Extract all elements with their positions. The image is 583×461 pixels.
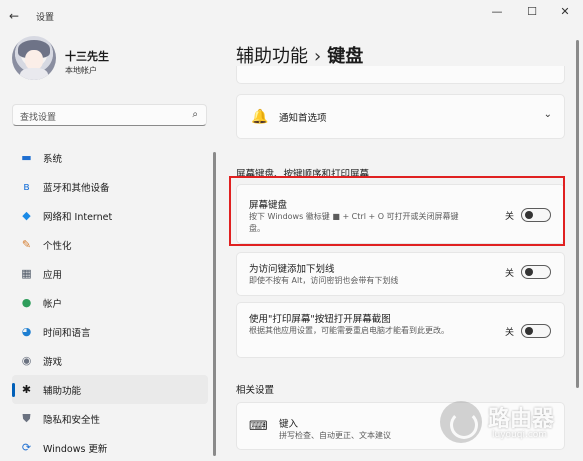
sidebar-item-label: 帐户 bbox=[43, 299, 63, 310]
prtscn-description: 根据其他应用设置，可能需要重启电脑才能看到此更改。 bbox=[249, 326, 449, 335]
gaming-icon: ◉ bbox=[21, 354, 32, 367]
windows-update-icon: ⟳ bbox=[21, 441, 32, 454]
sidebar-item-label: 辅助功能 bbox=[43, 386, 82, 397]
active-indicator bbox=[12, 383, 15, 397]
typing-description: 拼写检查、自动更正、文本建议 bbox=[279, 431, 391, 440]
sidebar-item-time-language[interactable]: ◕ 时间和语言 bbox=[12, 317, 208, 346]
typing-title: 键入 bbox=[279, 419, 299, 430]
sidebar-scrollbar[interactable] bbox=[213, 152, 216, 456]
sidebar-item-personalization[interactable]: ✎ 个性化 bbox=[12, 230, 208, 259]
sidebar-item-label: 游戏 bbox=[43, 357, 63, 368]
chevron-down-icon[interactable]: ⌄ bbox=[544, 109, 552, 120]
accounts-icon: ● bbox=[21, 296, 32, 309]
breadcrumb-separator-icon: › bbox=[314, 46, 322, 67]
underline-access-keys-setting: 为访问键添加下划线 即使不按有 Alt，访问密钥也会带有下划线 关 bbox=[236, 252, 565, 296]
user-profile[interactable]: 十三先生 本地帐户 bbox=[12, 36, 212, 92]
title-bar: ← 设置 — ☐ ✕ bbox=[0, 0, 583, 30]
avatar bbox=[12, 36, 56, 80]
notification-preferences-label: 通知首选项 bbox=[279, 113, 327, 124]
keyboard-icon: ⌨ bbox=[249, 419, 268, 434]
prtscn-title: 使用"打印屏幕"按钮打开屏幕截图 bbox=[249, 314, 391, 325]
search-icon[interactable]: ⌕ bbox=[192, 109, 198, 120]
osk-toggle[interactable] bbox=[521, 208, 551, 222]
section-heading-keyboard: 屏幕键盘、按键顺序和打印屏幕 bbox=[236, 169, 370, 180]
account-type: 本地帐户 bbox=[65, 66, 97, 75]
sidebar-item-bluetooth[interactable]: ʙ 蓝牙和其他设备 bbox=[12, 172, 208, 201]
underline-toggle[interactable] bbox=[521, 265, 551, 279]
sidebar-item-system[interactable]: ▬ 系统 bbox=[12, 143, 208, 172]
sidebar-item-gaming[interactable]: ◉ 游戏 bbox=[12, 346, 208, 375]
breadcrumb: 辅助功能 › 键盘 bbox=[236, 42, 363, 68]
watermark-logo-icon bbox=[440, 401, 482, 443]
on-screen-keyboard-setting: 屏幕键盘 按下 Windows 徽标键 ■ + Ctrl + O 可打开或关闭屏… bbox=[236, 184, 565, 244]
bluetooth-icon: ʙ bbox=[23, 180, 30, 193]
system-icon: ▬ bbox=[21, 151, 32, 164]
apps-icon: ▦ bbox=[21, 267, 32, 280]
sidebar-item-accounts[interactable]: ● 帐户 bbox=[12, 288, 208, 317]
sidebar-item-label: Windows 更新 bbox=[43, 444, 108, 455]
partial-card bbox=[236, 66, 565, 84]
sidebar-item-label: 应用 bbox=[43, 270, 63, 281]
breadcrumb-parent[interactable]: 辅助功能 bbox=[236, 46, 308, 67]
time-language-icon: ◕ bbox=[21, 325, 32, 338]
sidebar-item-label: 系统 bbox=[43, 154, 63, 165]
osk-state-label: 关 bbox=[504, 212, 514, 222]
osk-title: 屏幕键盘 bbox=[249, 200, 288, 211]
sidebar-item-network[interactable]: ◆ 网络和 Internet bbox=[12, 201, 208, 230]
avatar-body bbox=[20, 68, 48, 80]
print-screen-setting: 使用"打印屏幕"按钮打开屏幕截图 根据其他应用设置，可能需要重启电脑才能看到此更… bbox=[236, 302, 565, 358]
search-placeholder: 查找设置 bbox=[20, 113, 57, 123]
watermark-logo: 路由器 luyouqi.com bbox=[440, 395, 583, 461]
osk-description: 按下 Windows 徽标键 ■ + Ctrl + O 可打开或关闭屏幕键盘。 bbox=[249, 212, 459, 233]
prtscn-toggle[interactable] bbox=[521, 324, 551, 338]
close-button[interactable]: ✕ bbox=[553, 5, 577, 19]
notification-preferences-card[interactable]: 🔔 通知首选项 ⌄ bbox=[236, 94, 565, 139]
user-name: 十三先生 bbox=[65, 50, 109, 63]
sidebar-item-label: 时间和语言 bbox=[43, 328, 91, 339]
maximize-button[interactable]: ☐ bbox=[520, 5, 544, 19]
section-heading-related: 相关设置 bbox=[236, 385, 275, 396]
personalization-icon: ✎ bbox=[21, 238, 32, 251]
minimize-button[interactable]: — bbox=[485, 5, 509, 19]
sidebar-item-label: 蓝牙和其他设备 bbox=[43, 183, 110, 194]
sidebar-item-windows-update[interactable]: ⟳ Windows 更新 bbox=[12, 433, 208, 461]
main-scrollbar[interactable] bbox=[576, 40, 579, 388]
sidebar-item-label: 隐私和安全性 bbox=[43, 415, 101, 426]
sidebar-item-label: 网络和 Internet bbox=[43, 212, 113, 223]
underline-state-label: 关 bbox=[504, 269, 514, 279]
sidebar-item-privacy-security[interactable]: ⛊ 隐私和安全性 bbox=[12, 404, 208, 433]
page-title: 键盘 bbox=[327, 46, 364, 67]
bell-icon: 🔔 bbox=[251, 109, 269, 125]
underline-description: 即使不按有 Alt，访问密钥也会带有下划线 bbox=[249, 276, 399, 285]
search-input[interactable]: 查找设置 ⌕ bbox=[12, 104, 207, 126]
privacy-shield-icon: ⛊ bbox=[22, 412, 31, 425]
back-arrow-icon[interactable]: ← bbox=[9, 9, 23, 23]
avatar-face bbox=[25, 50, 43, 70]
sidebar-item-accessibility[interactable]: ✱ 辅助功能 bbox=[12, 375, 208, 404]
sidebar-item-apps[interactable]: ▦ 应用 bbox=[12, 259, 208, 288]
underline-title: 为访问键添加下划线 bbox=[249, 264, 335, 275]
prtscn-state-label: 关 bbox=[504, 328, 514, 338]
app-title: 设置 bbox=[36, 13, 55, 23]
network-icon: ◆ bbox=[22, 209, 31, 222]
watermark-url: luyouqi.com bbox=[492, 430, 548, 440]
watermark-text: 路由器 bbox=[488, 407, 555, 432]
sidebar-nav: ▬ 系统 ʙ 蓝牙和其他设备 ◆ 网络和 Internet ✎ 个性化 ▦ 应用 ● 帐户 ◕ 时间和语言… bbox=[12, 143, 208, 461]
sidebar-item-label: 个性化 bbox=[43, 241, 72, 252]
accessibility-icon: ✱ bbox=[21, 383, 32, 396]
